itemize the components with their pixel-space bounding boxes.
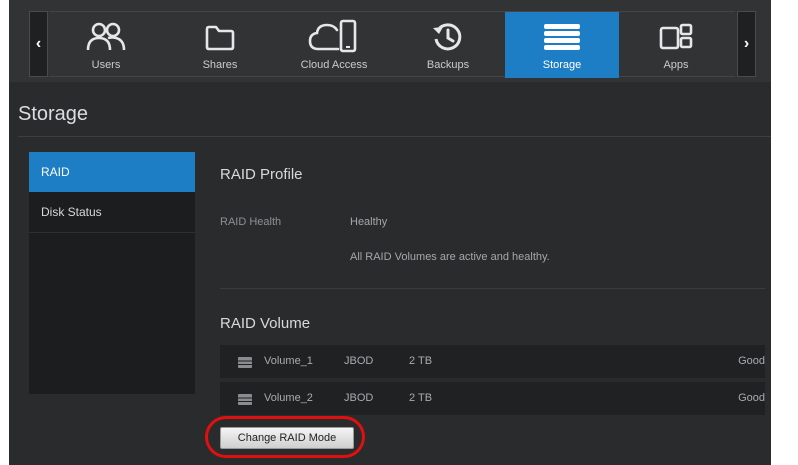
storage-icon — [542, 17, 582, 57]
users-icon — [86, 17, 126, 57]
apps-icon — [659, 17, 693, 57]
raid-health-value: Healthy — [350, 216, 388, 228]
volume-name: Volume_1 — [264, 355, 313, 367]
raid-profile-title: RAID Profile — [220, 166, 303, 183]
table-row[interactable]: Volume_2 JBOD 2 TB Good — [220, 382, 765, 415]
nav-next-arrow[interactable]: › — [737, 11, 756, 77]
nav-items: Users Shares Cloud Access Backups Storag… — [49, 11, 735, 78]
nav-item-apps[interactable]: Apps — [619, 12, 733, 78]
sidebar: RAID Disk Status — [29, 152, 195, 394]
nav-item-users[interactable]: Users — [49, 12, 163, 78]
highlight-annotation-ring — [205, 416, 365, 458]
raid-health-label: RAID Health — [220, 216, 282, 228]
volume-status: Good — [738, 355, 765, 367]
volume-type: JBOD — [344, 355, 374, 367]
nav-item-cloud-access[interactable]: Cloud Access — [277, 12, 391, 78]
raid-health-detail: All RAID Volumes are active and healthy. — [350, 251, 550, 263]
volume-type: JBOD — [344, 392, 374, 404]
folder-icon — [204, 17, 236, 57]
disk-icon — [238, 394, 252, 405]
sidebar-item-disk-status[interactable]: Disk Status — [29, 192, 195, 233]
volume-size: 2 TB — [409, 392, 433, 404]
nav-item-label: Cloud Access — [300, 59, 368, 71]
cloud-device-icon — [308, 17, 360, 57]
nav-item-storage[interactable]: Storage — [505, 12, 619, 78]
nav-item-label: Shares — [202, 59, 238, 71]
volume-name: Volume_2 — [264, 392, 313, 404]
raid-volume-title: RAID Volume — [220, 315, 311, 332]
nav-prev-arrow[interactable]: ‹ — [29, 11, 48, 77]
table-row[interactable]: Volume_1 JBOD 2 TB Good — [220, 345, 765, 378]
nav-item-label: Storage — [542, 59, 582, 71]
nav-item-label: Apps — [663, 59, 689, 71]
page-title: Storage — [18, 103, 89, 125]
backup-history-icon — [431, 17, 465, 57]
top-navigation: ‹ Users Shares Cloud Access Backups Stor… — [9, 0, 771, 82]
volume-size: 2 TB — [409, 355, 433, 367]
app-window: ‹ Users Shares Cloud Access Backups Stor… — [9, 0, 771, 465]
volume-status: Good — [738, 392, 765, 404]
section-divider — [220, 288, 765, 289]
nav-item-label: Users — [91, 59, 121, 71]
sidebar-item-raid[interactable]: RAID — [29, 152, 195, 192]
nav-item-label: Backups — [426, 59, 470, 71]
disk-icon — [238, 357, 252, 368]
nav-item-shares[interactable]: Shares — [163, 12, 277, 78]
title-divider — [18, 136, 771, 137]
nav-item-backups[interactable]: Backups — [391, 12, 505, 78]
